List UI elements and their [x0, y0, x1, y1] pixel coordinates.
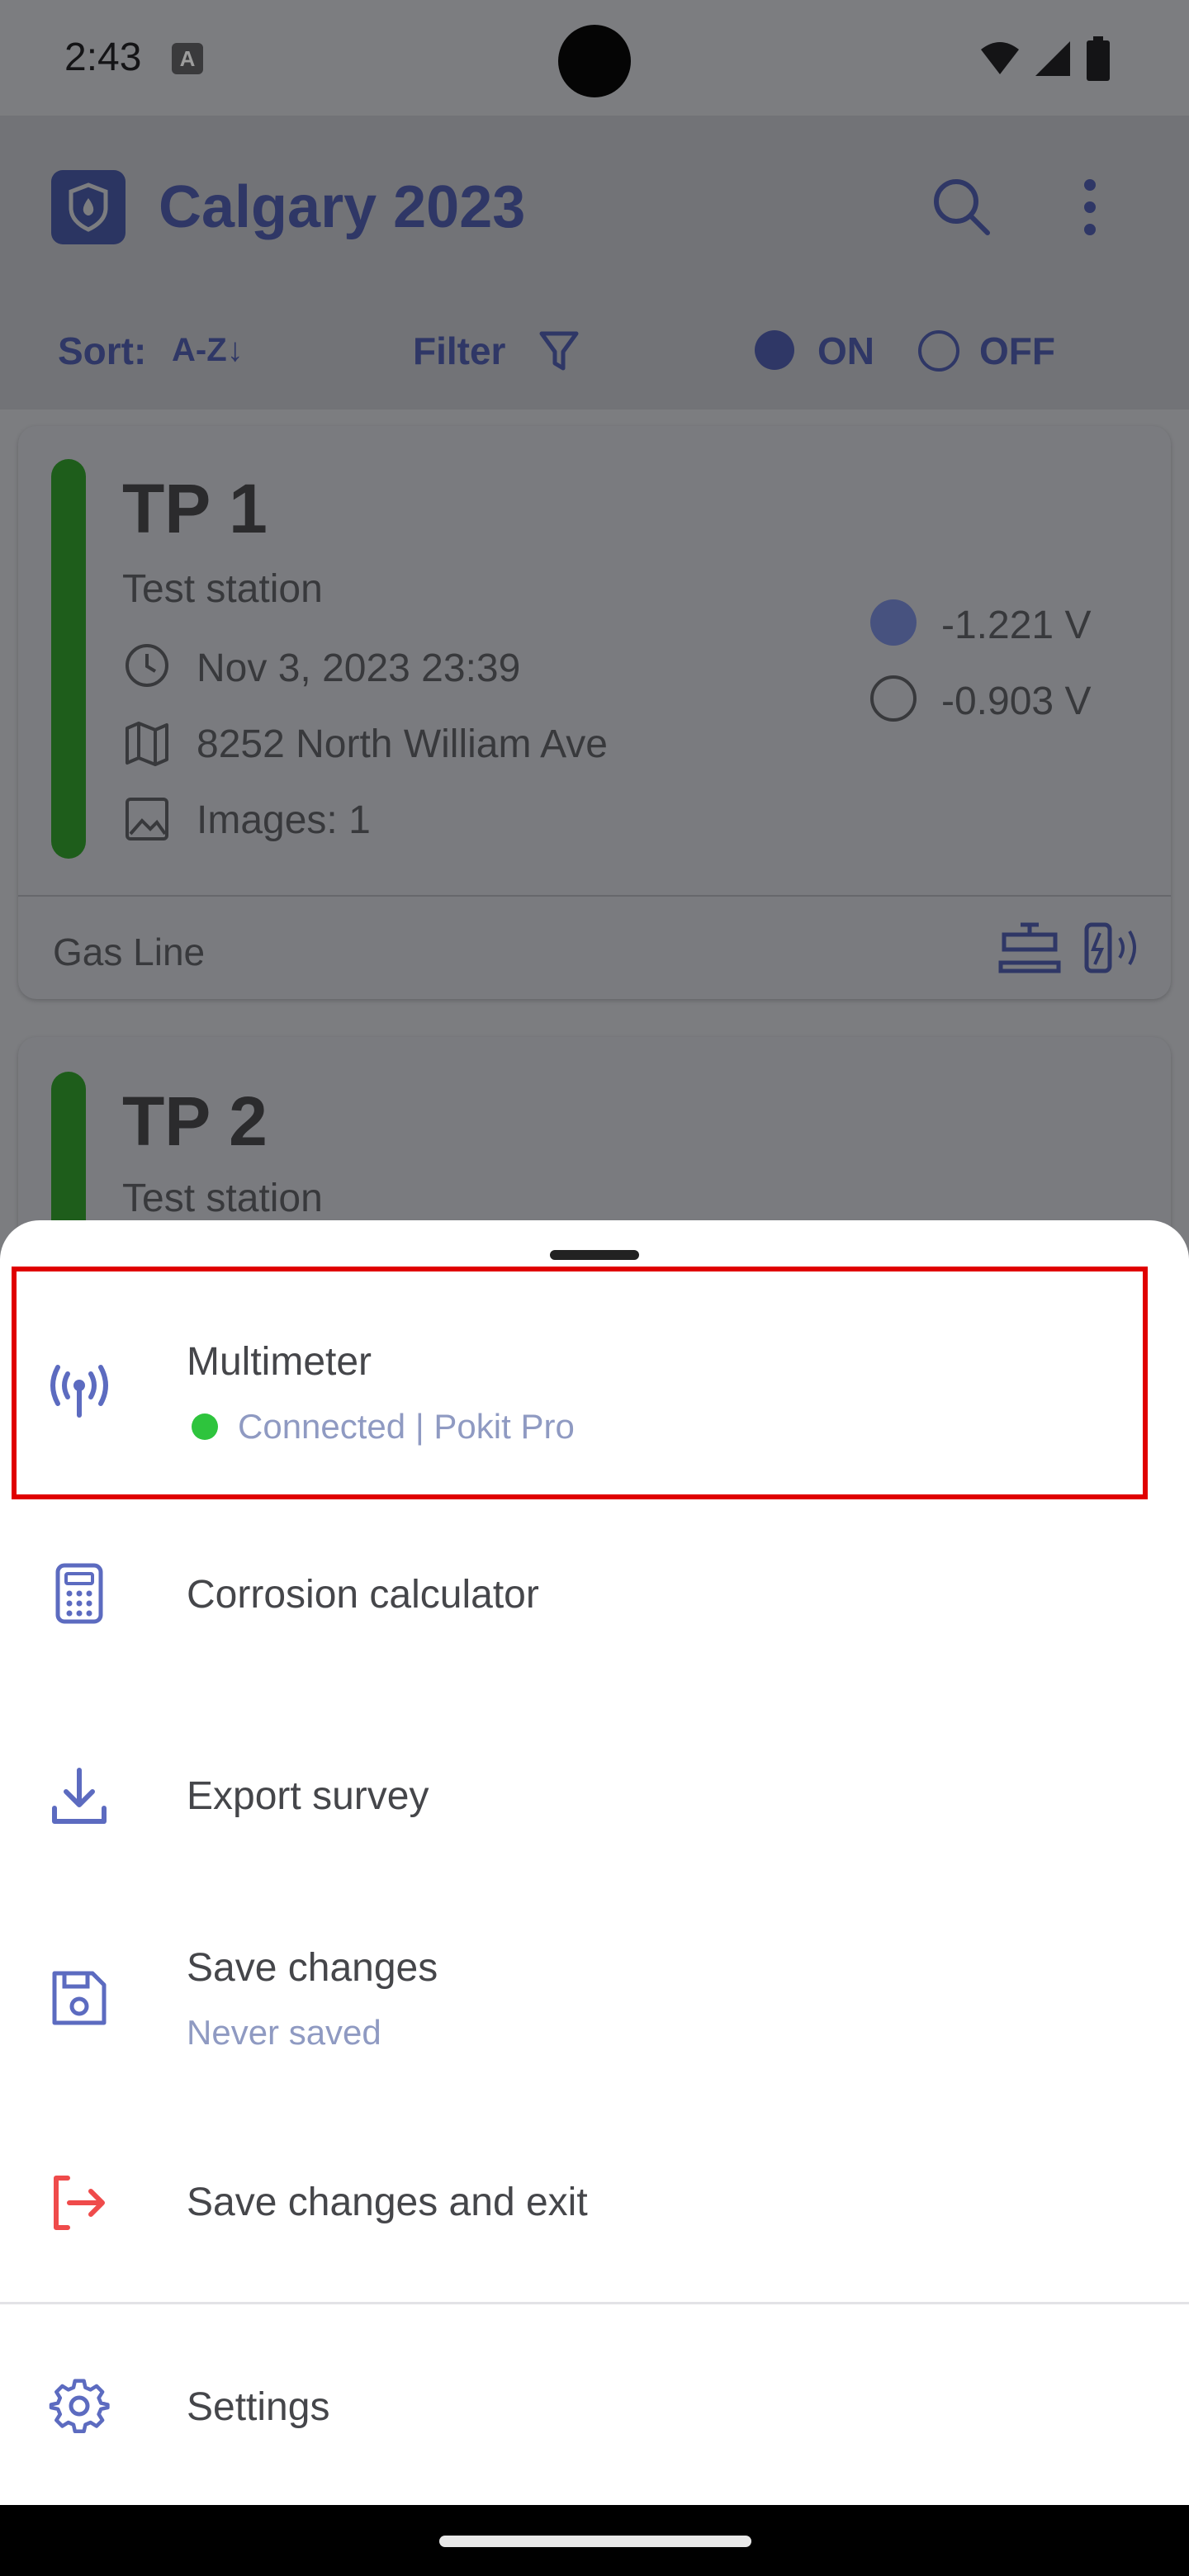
- search-icon[interactable]: [930, 175, 992, 238]
- off-voltage-dot: [870, 675, 917, 722]
- test-point-card[interactable]: TP 1 Test station Nov 3, 2023 23:39 8252…: [18, 426, 1171, 999]
- off-label: OFF: [979, 329, 1055, 372]
- status-bar: 2:43 A: [0, 0, 1189, 116]
- battery-icon: [1087, 36, 1110, 81]
- off-voltage: -0.903 V: [941, 680, 1092, 723]
- wifi-icon: [981, 42, 1019, 74]
- menu-label-export-survey: Export survey: [187, 1774, 429, 1818]
- menu-item-settings[interactable]: [0, 2353, 1189, 2469]
- more-options-icon[interactable]: [1073, 177, 1106, 238]
- menu-item-save-and-exit[interactable]: [0, 2147, 1189, 2262]
- app-logo: [51, 170, 126, 244]
- filter-icon[interactable]: [538, 329, 580, 373]
- card-footer-label: Gas Line: [53, 930, 206, 973]
- card-title: TP 1: [122, 470, 268, 547]
- menu-label-save-and-exit: Save changes and exit: [187, 2181, 588, 2224]
- camera-cutout: [558, 25, 631, 97]
- download-icon: [52, 1768, 107, 1824]
- menu-item-export-survey[interactable]: [0, 1737, 1189, 1853]
- exit-icon: [54, 2176, 105, 2230]
- signal-icon: [1035, 41, 1070, 76]
- page-title: Calgary 2023: [159, 174, 526, 240]
- pipeline-icon: [998, 922, 1061, 973]
- save-status: Never saved: [187, 2013, 381, 2052]
- save-icon: [52, 1971, 107, 2025]
- sort-label: Sort:: [58, 329, 147, 372]
- menu-label-save-changes: Save changes: [187, 1946, 438, 1990]
- card-divider: [18, 895, 1171, 897]
- menu-label-corrosion-calculator: Corrosion calculator: [187, 1573, 539, 1617]
- menu-item-corrosion-calculator[interactable]: [0, 1536, 1189, 1651]
- image-icon: [126, 798, 168, 841]
- card-images: Images: 1: [197, 798, 371, 842]
- shield-icon: [69, 182, 108, 232]
- clock-icon: [126, 644, 168, 687]
- status-bar-indicator: [51, 459, 86, 859]
- card-address: 8252 North William Ave: [197, 722, 608, 766]
- gear-icon: [49, 2379, 110, 2434]
- card-subtitle: Test station: [122, 1177, 323, 1220]
- filter-button[interactable]: Filter: [413, 329, 505, 373]
- meter-signal-icon: [1084, 922, 1136, 973]
- menu-item-save-changes[interactable]: [0, 1932, 1189, 2072]
- on-voltage: -1.221 V: [941, 604, 1092, 647]
- calculator-icon: [55, 1563, 103, 1624]
- notification-icon: A: [172, 43, 203, 74]
- off-radio[interactable]: [918, 330, 959, 372]
- on-voltage-dot: [870, 599, 917, 646]
- menu-divider: [0, 2302, 1189, 2304]
- status-time: 2:43: [64, 36, 142, 79]
- on-label: ON: [817, 329, 874, 372]
- card-date: Nov 3, 2023 23:39: [197, 646, 521, 690]
- map-icon: [126, 722, 168, 766]
- on-radio[interactable]: [755, 330, 794, 370]
- menu-label-settings: Settings: [187, 2385, 330, 2429]
- sort-toggle[interactable]: A-Z↓: [172, 332, 244, 369]
- card-subtitle: Test station: [122, 567, 323, 611]
- selection-highlight: [12, 1267, 1148, 1499]
- drag-handle[interactable]: [550, 1250, 639, 1260]
- card-title: TP 2: [122, 1082, 268, 1160]
- home-gesture-pill[interactable]: [439, 2536, 751, 2547]
